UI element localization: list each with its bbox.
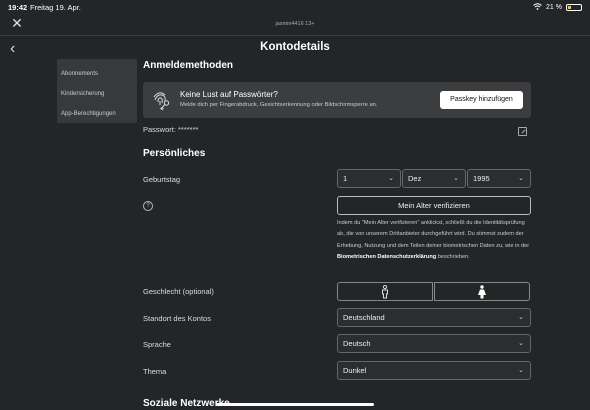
battery-percent: 21 %	[546, 4, 562, 11]
sidebar: Abonnements Kindersicherung App-Berechti…	[57, 59, 137, 123]
passkey-title: Keine Lust auf Passwörter?	[180, 90, 278, 99]
gender-label: Geschlecht (optional)	[143, 287, 214, 296]
sidebar-item-app-permissions[interactable]: App-Berechtigungen	[61, 111, 116, 117]
close-icon[interactable]: ✕	[10, 16, 24, 30]
url-label: jasmin4416 13+	[275, 21, 315, 27]
theme-select[interactable]: Dunkel ⌄	[337, 361, 531, 380]
gender-male-button[interactable]	[337, 282, 433, 301]
page-title: Kontodetails	[260, 41, 330, 53]
fingerprint-key-icon	[151, 89, 173, 111]
status-indicators: 21 %	[533, 3, 582, 12]
language-select[interactable]: Deutsch ⌄	[337, 334, 531, 353]
verification-disclaimer: Indem du "Mein Alter verifizieren" ankli…	[337, 218, 533, 263]
birthday-month-select[interactable]: Dez ⌄	[402, 169, 466, 188]
birthday-year-select[interactable]: 1995 ⌄	[467, 169, 531, 188]
chevron-down-icon: ⌄	[518, 175, 524, 182]
birthday-day-value: 1	[343, 174, 348, 183]
chevron-down-icon: ⌄	[453, 175, 459, 182]
location-select[interactable]: Deutschland ⌄	[337, 308, 531, 327]
sidebar-item-subscriptions[interactable]: Abonnements	[61, 71, 98, 77]
language-label: Sprache	[143, 340, 171, 349]
location-label: Standort des Kontos	[143, 314, 211, 323]
section-heading-personal: Persönliches	[143, 148, 206, 159]
birthday-month-value: Dez	[408, 174, 422, 183]
disclaimer-text: Indem du "Mein Alter verifizieren" ankli…	[337, 220, 530, 249]
status-date: Freitag 19. Apr.	[30, 3, 81, 12]
location-value: Deutschland	[343, 313, 385, 322]
edit-icon[interactable]	[518, 127, 527, 136]
sidebar-item-parental-controls[interactable]: Kindersicherung	[61, 91, 104, 97]
chevron-down-icon: ⌄	[518, 314, 524, 321]
chevron-down-icon: ⌄	[518, 340, 524, 347]
chevron-down-icon: ⌄	[388, 175, 394, 182]
theme-value: Dunkel	[343, 366, 367, 375]
help-icon[interactable]: ?	[143, 201, 153, 211]
password-label: Passwort: *******	[143, 125, 199, 134]
gender-female-button[interactable]	[434, 282, 530, 301]
theme-label: Thema	[143, 367, 167, 376]
birthday-year-value: 1995	[473, 174, 490, 183]
verify-age-button[interactable]: Mein Alter verifizieren	[337, 196, 531, 215]
birthday-label: Geburtstag	[143, 175, 181, 184]
female-figure-icon	[477, 285, 487, 304]
male-figure-icon	[380, 284, 390, 304]
add-passkey-button[interactable]: Passkey hinzufügen	[440, 91, 523, 109]
divider	[0, 35, 590, 36]
passkey-subtitle: Melde dich per Fingerabdruck, Gesichtser…	[180, 102, 378, 108]
passkey-card: Keine Lust auf Passwörter? Melde dich pe…	[143, 82, 531, 118]
disclaimer-end: beschrieben.	[436, 253, 470, 260]
biometric-privacy-link[interactable]: Biometrischen Datenschutzerklärung	[337, 254, 436, 260]
wifi-icon	[533, 3, 542, 12]
birthday-day-select[interactable]: 1 ⌄	[337, 169, 401, 188]
status-time: 19:42	[8, 3, 28, 12]
home-indicator[interactable]	[216, 403, 374, 406]
section-heading-login: Anmeldemethoden	[143, 60, 234, 71]
chevron-down-icon: ⌄	[518, 367, 524, 374]
battery-icon	[566, 4, 582, 11]
language-value: Deutsch	[343, 339, 371, 348]
